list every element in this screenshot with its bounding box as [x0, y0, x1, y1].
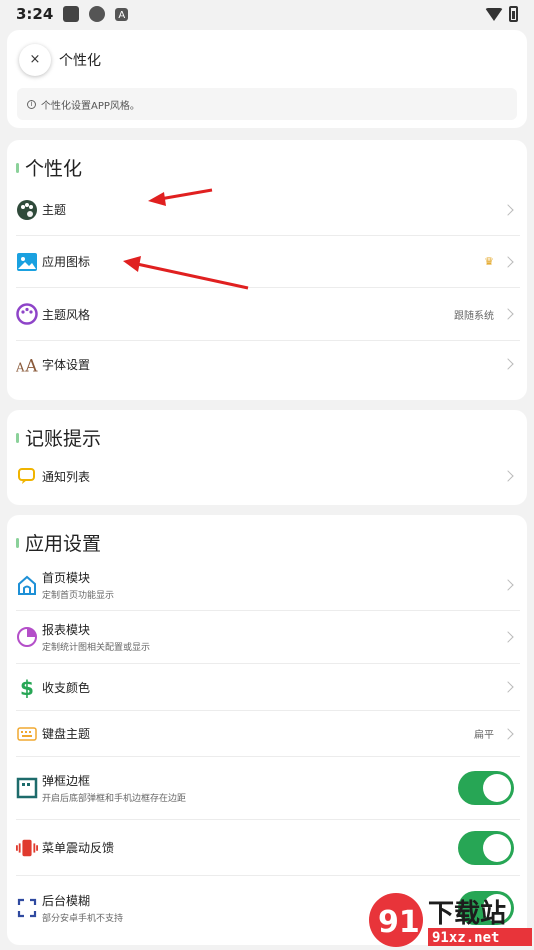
row-subtitle: 定制统计图相关配置或显示 — [42, 643, 151, 653]
message-icon — [16, 465, 38, 487]
row-font[interactable]: AA 字体设置 — [16, 341, 520, 387]
chevron-right-icon — [502, 578, 514, 591]
row-value: 扁平 — [474, 730, 494, 741]
palette-outline-icon — [16, 303, 38, 325]
row-label: 弹框边框 — [42, 774, 91, 788]
section-title-reminder: 记账提示 — [16, 424, 101, 451]
vibration-icon — [16, 837, 38, 859]
chevron-right-icon — [502, 727, 514, 740]
close-button[interactable]: × — [19, 44, 51, 76]
keyboard-icon — [16, 723, 38, 745]
row-value: 跟随系统 — [454, 310, 494, 322]
watermark-brand: 下载站 — [428, 899, 506, 929]
row-keyboard-theme[interactable]: 键盘主题 扁平 — [16, 711, 520, 757]
row-subtitle: 开启后底部弹框和手机边框存在边距 — [42, 794, 187, 804]
row-menu-vibration: 菜单震动反馈 — [16, 820, 520, 876]
page-title: 个性化 — [59, 53, 101, 69]
chevron-right-icon — [502, 308, 514, 320]
row-app-icon[interactable]: 应用图标 ♛ — [16, 236, 520, 288]
row-label: 收支颜色 — [42, 680, 91, 695]
header-card: × 个性化 i 个性化设置APP风格。 — [7, 30, 527, 128]
row-notification-list[interactable]: 通知列表 — [16, 454, 520, 498]
section-title-app-settings: 应用设置 — [16, 529, 101, 556]
row-home-module[interactable]: 首页模块 定制首页功能显示 — [16, 559, 520, 611]
app-notification-icon — [63, 6, 80, 22]
chevron-right-icon — [502, 470, 514, 482]
row-subtitle: 定制首页功能显示 — [42, 590, 115, 601]
battery-icon — [509, 6, 518, 22]
row-label: 主题风格 — [42, 307, 91, 322]
dialog-border-toggle[interactable] — [458, 771, 514, 805]
menu-vibration-toggle[interactable] — [458, 830, 514, 865]
blur-frame-icon — [16, 897, 38, 919]
chevron-right-icon — [502, 631, 514, 643]
crown-icon: ♛ — [484, 255, 494, 268]
row-label: 应用图标 — [42, 255, 91, 269]
row-label: 首页模块 — [42, 570, 91, 585]
row-label: 菜单震动反馈 — [42, 841, 115, 855]
palette-icon — [16, 199, 38, 221]
info-text: 个性化设置APP风格。 — [41, 100, 140, 112]
a-notification-icon: A — [115, 7, 129, 21]
row-report-module[interactable]: 报表模块 定制统计图相关配置或显示 — [16, 611, 520, 664]
frame-icon — [16, 777, 38, 799]
row-label: 键盘主题 — [42, 727, 91, 741]
info-icon: i — [27, 99, 36, 109]
row-theme-style[interactable]: 主题风格 跟随系统 — [16, 288, 520, 341]
status-time: 3:24 — [16, 5, 54, 23]
image-icon — [16, 251, 38, 273]
svg-text:A: A — [16, 361, 25, 375]
sync-notification-icon — [89, 6, 106, 22]
reminder-card: 记账提示 通知列表 — [7, 410, 527, 505]
row-theme[interactable]: 主题 — [16, 184, 520, 236]
font-aa-icon: AA — [16, 353, 38, 375]
chevron-right-icon — [502, 203, 514, 216]
info-box: i 个性化设置APP风格。 — [17, 88, 517, 120]
watermark-domain: 91xz.net — [432, 930, 499, 946]
chevron-right-icon — [502, 358, 514, 370]
app-settings-card: 应用设置 首页模块 定制首页功能显示 报表模块 定制统计图相关配置或显示 $ 收… — [7, 515, 527, 945]
svg-text:$: $ — [20, 676, 34, 698]
svg-text:A: A — [24, 356, 38, 375]
row-income-color[interactable]: $ 收支颜色 — [16, 664, 520, 711]
annotation-arrow-app-icon — [123, 256, 249, 290]
section-title-personalize: 个性化 — [16, 154, 82, 181]
dollar-icon: $ — [16, 676, 38, 698]
row-label: 报表模块 — [42, 623, 91, 637]
watermark: 91 下载站 91xz.net — [366, 888, 534, 950]
pie-chart-icon — [16, 626, 38, 648]
wifi-icon — [485, 7, 503, 21]
annotation-arrow-theme — [148, 188, 213, 206]
row-label: 主题 — [42, 203, 67, 217]
chevron-right-icon — [502, 255, 514, 268]
status-bar: 3:24 A — [0, 0, 534, 28]
home-icon — [16, 574, 38, 596]
row-label: 通知列表 — [42, 469, 91, 484]
row-dialog-border: 弹框边框 开启后底部弹框和手机边框存在边距 — [16, 757, 520, 820]
svg-text:91: 91 — [378, 905, 420, 940]
personalize-card: 个性化 主题 应用图标 ♛ 主题风格 跟随系统 AA 字体设置 — [7, 140, 527, 400]
chevron-right-icon — [502, 681, 514, 693]
row-label: 字体设置 — [42, 357, 91, 372]
